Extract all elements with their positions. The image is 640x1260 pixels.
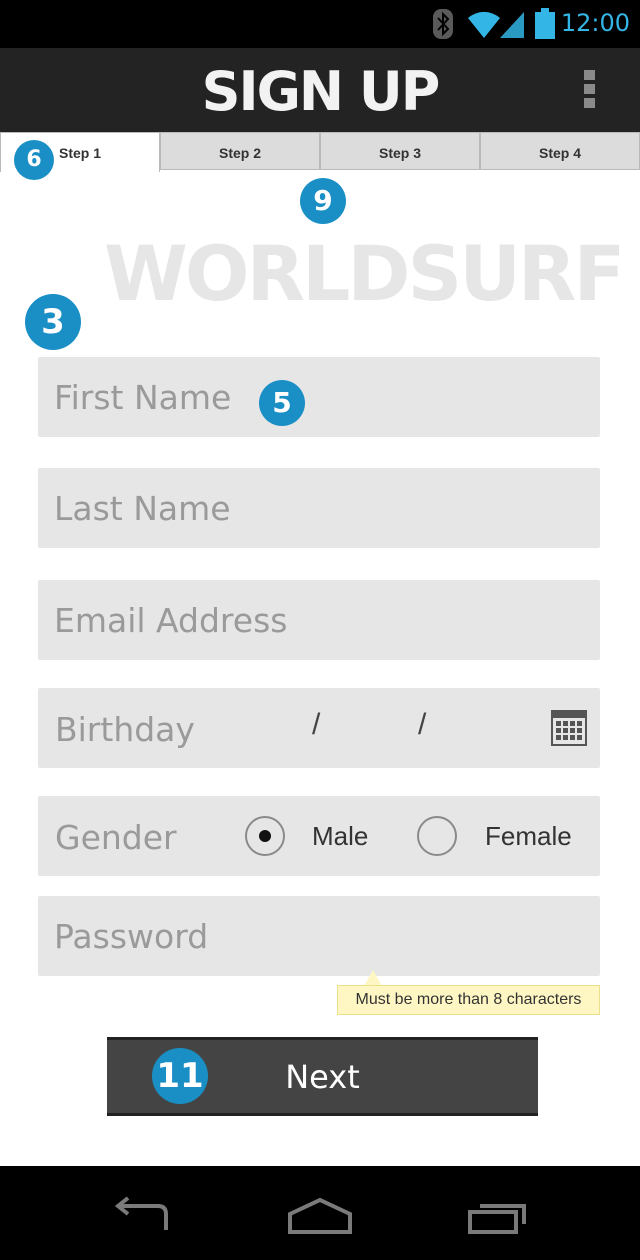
password-field [38,896,600,976]
step-tabs: Step 1 Step 2 Step 3 Step 4 [0,132,640,172]
birthday-field: Birthday / / [38,688,600,768]
password-input[interactable] [38,896,600,976]
recent-apps-icon[interactable] [466,1196,530,1236]
annotation-badge-logo: 9 [300,178,346,224]
gender-female-label[interactable]: Female [485,821,572,852]
clock: 12:00 [560,9,630,37]
tab-step-3[interactable]: Step 3 [320,132,480,170]
radio-selected-dot [259,830,271,842]
date-separator: / [418,708,427,741]
bluetooth-icon [433,9,453,39]
birthday-day-input[interactable] [334,688,409,768]
action-bar: SIGN UP [0,48,640,132]
wifi-icon [468,11,500,38]
navigation-bar [0,1166,640,1260]
birthday-year-input[interactable] [440,688,538,768]
battery-icon [535,8,555,39]
annotation-badge-button: 11 [152,1048,208,1104]
tab-step-2[interactable]: Step 2 [160,132,320,170]
birthday-month-input[interactable] [228,688,303,768]
signal-icon [500,12,524,38]
home-icon[interactable] [286,1196,354,1236]
hint-pointer [364,970,382,986]
back-icon[interactable] [110,1196,174,1236]
gender-female-radio[interactable] [417,816,457,856]
annotation-badge-form: 3 [25,294,81,350]
gender-label: Gender [55,818,177,857]
first-name-field [38,357,600,437]
annotation-badge-tab: 6 [14,140,54,180]
brand-logo: WORLDSURF [104,229,625,318]
date-separator: / [312,708,321,741]
gender-male-radio[interactable] [245,816,285,856]
status-bar: 12:00 [0,0,640,48]
tab-step-4[interactable]: Step 4 [480,132,640,170]
password-hint-tooltip: Must be more than 8 characters [337,985,600,1015]
annotation-badge-field: 5 [259,380,305,426]
gender-field: Gender Male Female [38,796,600,876]
gender-male-label[interactable]: Male [312,821,368,852]
calendar-icon[interactable] [551,710,587,746]
last-name-input[interactable] [38,468,600,548]
first-name-input[interactable] [38,357,600,437]
last-name-field [38,468,600,548]
overflow-menu-icon[interactable] [584,70,596,110]
email-field [38,580,600,660]
birthday-label: Birthday [55,710,195,749]
email-input[interactable] [38,580,600,660]
page-title: SIGN UP [201,60,441,123]
